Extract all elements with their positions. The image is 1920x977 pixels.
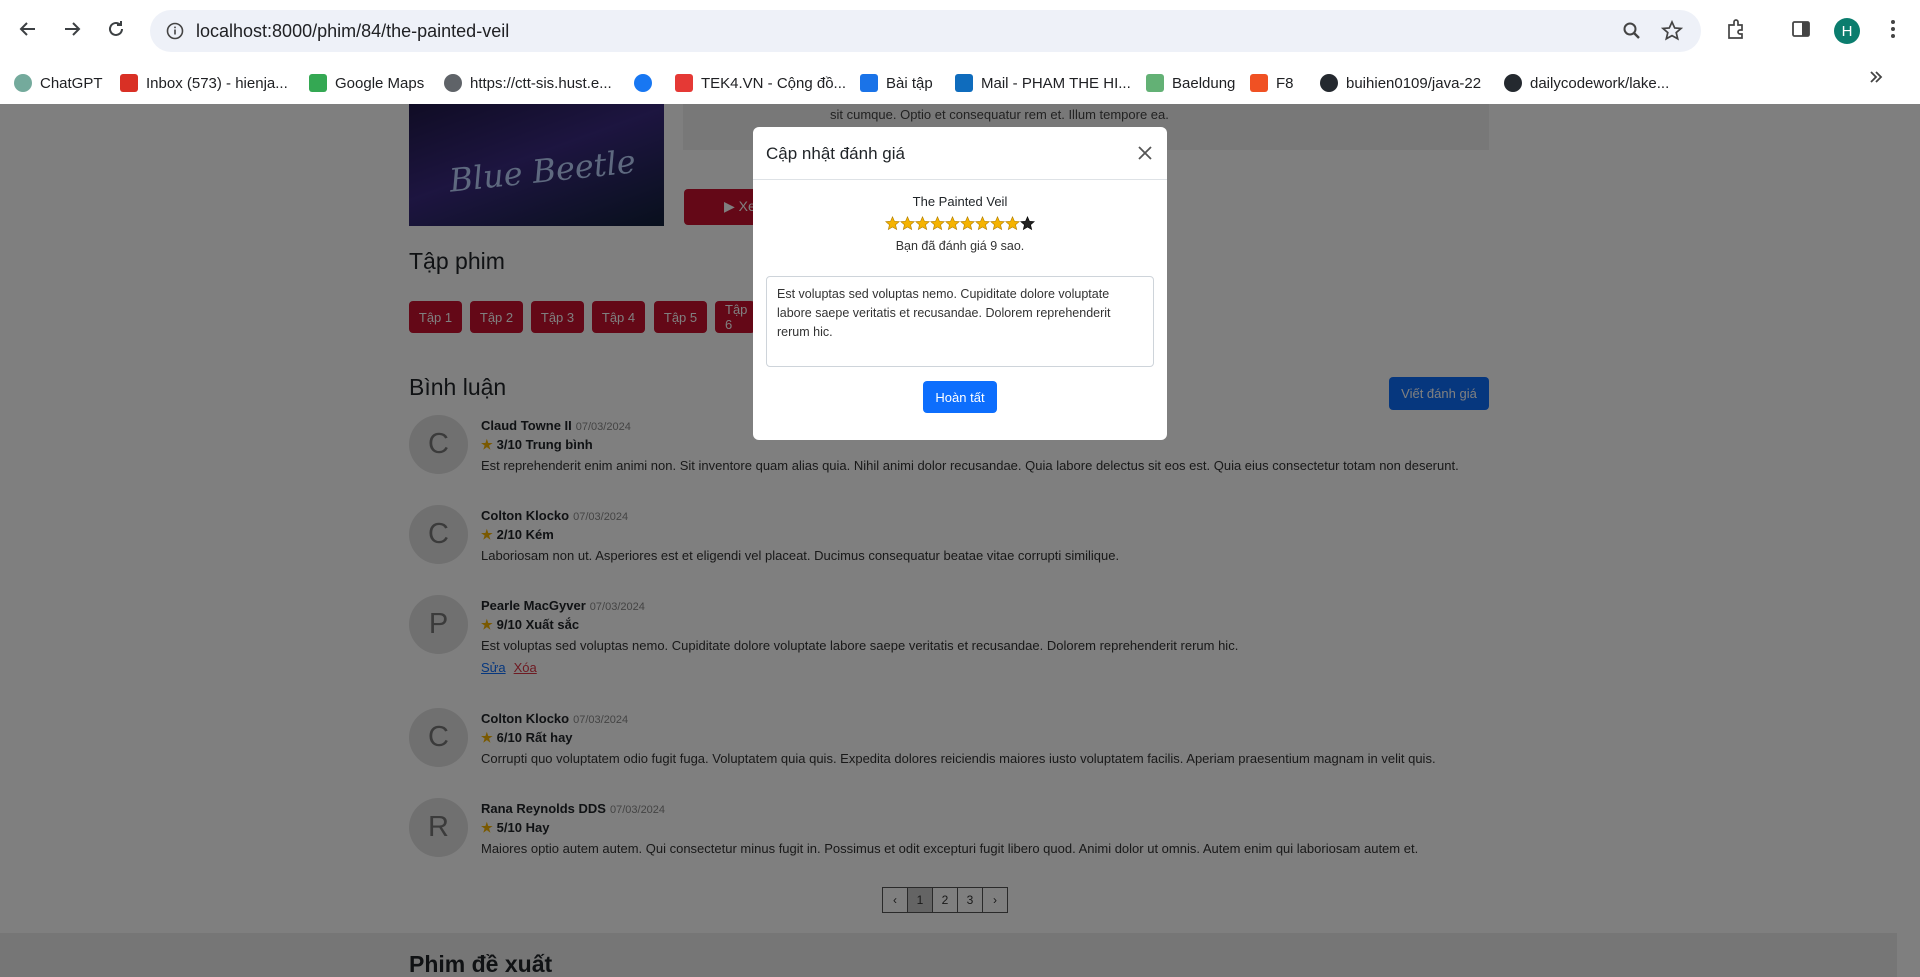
baeldung-icon bbox=[1146, 74, 1164, 92]
f8-icon bbox=[1250, 74, 1268, 92]
star-icon[interactable] bbox=[900, 216, 915, 231]
profile-avatar[interactable]: H bbox=[1834, 18, 1860, 44]
bookmark-item[interactable]: Google Maps bbox=[309, 70, 424, 96]
review-textarea[interactable] bbox=[766, 276, 1154, 367]
browser-toolbar: localhost:8000/phim/84/the-painted-veil … bbox=[0, 0, 1920, 62]
modal-header: Cập nhật đánh giá bbox=[753, 127, 1167, 180]
side-panel-icon[interactable] bbox=[1787, 15, 1815, 43]
bookmark-label: ChatGPT bbox=[40, 74, 103, 92]
star-icon[interactable] bbox=[975, 216, 990, 231]
star-rating bbox=[885, 216, 1035, 231]
reload-icon[interactable] bbox=[100, 13, 132, 45]
bookmark-item[interactable]: F8 bbox=[1250, 70, 1294, 96]
star-icon[interactable] bbox=[885, 216, 900, 231]
bookmark-label: Inbox (573) - hienja... bbox=[146, 74, 288, 92]
bookmark-label: Baeldung bbox=[1172, 74, 1236, 92]
site-info-icon[interactable] bbox=[164, 20, 186, 42]
modal-title: Cập nhật đánh giá bbox=[766, 144, 905, 163]
address-bar[interactable]: localhost:8000/phim/84/the-painted-veil bbox=[150, 10, 1701, 52]
bookmark-label: Mail - PHAM THE HI... bbox=[981, 74, 1131, 92]
star-icon[interactable] bbox=[990, 216, 1005, 231]
bookmark-star-icon[interactable] bbox=[1660, 19, 1684, 43]
github-icon bbox=[1504, 74, 1522, 92]
bookmark-label: TEK4.VN - Cộng đồ... bbox=[701, 74, 847, 92]
bookmark-item[interactable]: dailycodework/lake... bbox=[1504, 70, 1669, 96]
bookmark-item[interactable]: Baeldung bbox=[1146, 70, 1235, 96]
bookmark-item[interactable]: buihien0109/java-22 bbox=[1320, 70, 1481, 96]
bookmark-label: Google Maps bbox=[335, 74, 425, 92]
trello-icon bbox=[860, 74, 878, 92]
bookmark-label: dailycodework/lake... bbox=[1530, 74, 1670, 92]
bookmark-label: https://ctt-sis.hust.e... bbox=[470, 74, 612, 92]
outlook-icon bbox=[955, 74, 973, 92]
bookmark-item[interactable]: Inbox (573) - hienja... bbox=[120, 70, 288, 96]
url-text[interactable]: localhost:8000/phim/84/the-painted-veil bbox=[196, 21, 509, 42]
close-icon[interactable] bbox=[1135, 143, 1155, 163]
star-icon[interactable] bbox=[945, 216, 960, 231]
bookmark-item[interactable]: Mail - PHAM THE HI... bbox=[955, 70, 1131, 96]
submit-button[interactable]: Hoàn tất bbox=[923, 381, 997, 413]
star-icon[interactable] bbox=[1005, 216, 1020, 231]
tek4-icon bbox=[675, 74, 693, 92]
star-icon[interactable] bbox=[930, 216, 945, 231]
star-icon[interactable] bbox=[915, 216, 930, 231]
maps-icon bbox=[309, 74, 327, 92]
github-icon bbox=[1320, 74, 1338, 92]
bookmark-item[interactable]: Bài tập bbox=[860, 70, 933, 96]
bookmark-item[interactable]: ChatGPT bbox=[14, 70, 103, 96]
bookmarks-bar: ChatGPT Inbox (573) - hienja... Google Map… bbox=[0, 62, 1920, 104]
back-icon[interactable] bbox=[12, 13, 44, 45]
update-review-modal: Cập nhật đánh giá The Painted Veil Bạn đ… bbox=[753, 127, 1167, 440]
gmail-icon bbox=[120, 74, 138, 92]
extensions-icon[interactable] bbox=[1722, 15, 1750, 43]
globe-icon bbox=[444, 74, 462, 92]
facebook-icon bbox=[634, 74, 652, 92]
bookmark-label: F8 bbox=[1276, 74, 1294, 92]
menu-dots-icon[interactable] bbox=[1879, 15, 1907, 43]
zoom-icon[interactable] bbox=[1620, 19, 1644, 43]
more-bookmarks-icon[interactable] bbox=[1862, 63, 1890, 91]
bookmark-item[interactable]: TEK4.VN - Cộng đồ... bbox=[675, 70, 846, 96]
star-icon[interactable] bbox=[960, 216, 975, 231]
bookmark-item[interactable]: https://ctt-sis.hust.e... bbox=[444, 70, 612, 96]
chatgpt-icon bbox=[14, 74, 32, 92]
rated-text: Bạn đã đánh giá 9 sao. bbox=[895, 239, 1025, 253]
modal-movie-name: The Painted Veil bbox=[912, 194, 1008, 209]
bookmark-label: Bài tập bbox=[886, 74, 933, 92]
star-icon[interactable] bbox=[1020, 216, 1035, 231]
bookmark-item[interactable] bbox=[634, 70, 660, 96]
forward-icon[interactable] bbox=[56, 13, 88, 45]
bookmark-label: buihien0109/java-22 bbox=[1346, 74, 1482, 92]
